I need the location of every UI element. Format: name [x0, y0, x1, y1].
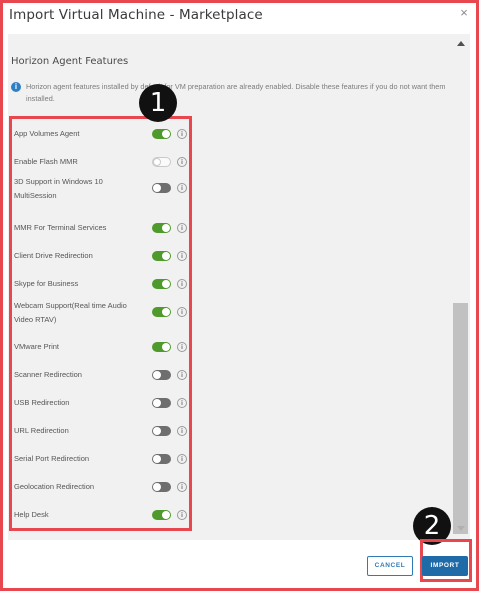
feature-label: MMR For Terminal Services — [14, 223, 107, 232]
toggle-knob — [162, 343, 170, 351]
help-info-icon[interactable]: i — [177, 482, 187, 492]
toggle-knob — [162, 280, 170, 288]
toggle-knob — [153, 427, 161, 435]
feature-label: App Volumes Agent — [14, 129, 80, 138]
feature-toggle[interactable] — [152, 510, 171, 520]
toggle-knob — [162, 224, 170, 232]
scroll-down-arrow-icon[interactable] — [457, 526, 465, 531]
feature-label: 3D Support in Windows 10 MultiSession — [14, 177, 103, 200]
dialog-title: Import Virtual Machine - Marketplace — [9, 7, 263, 23]
help-info-icon[interactable]: i — [177, 157, 187, 167]
help-info-icon[interactable]: i — [177, 398, 187, 408]
toggle-knob — [153, 483, 161, 491]
help-info-icon[interactable]: i — [177, 129, 187, 139]
toggle-knob — [162, 252, 170, 260]
feature-toggle[interactable] — [152, 251, 171, 261]
feature-toggle[interactable] — [152, 279, 171, 289]
feature-label: VMware Print — [14, 342, 60, 351]
feature-label: USB Redirection — [14, 398, 70, 407]
toggle-knob — [162, 308, 170, 316]
help-info-icon[interactable]: i — [177, 454, 187, 464]
section-title: Horizon Agent Features — [11, 56, 129, 67]
feature-label: Scanner Redirection — [14, 370, 82, 379]
scroll-thumb[interactable] — [453, 303, 468, 534]
help-info-icon[interactable]: i — [177, 342, 187, 352]
feature-toggle[interactable] — [152, 183, 171, 193]
feature-toggle[interactable] — [152, 426, 171, 436]
scrollbar[interactable] — [452, 34, 470, 540]
help-info-icon[interactable]: i — [177, 279, 187, 289]
toggle-knob — [162, 130, 170, 138]
feature-toggle[interactable] — [152, 482, 171, 492]
content-pane: Horizon Agent Features i Horizon agent f… — [8, 34, 470, 540]
feature-toggle[interactable] — [152, 223, 171, 233]
toggle-knob — [162, 511, 170, 519]
help-info-icon[interactable]: i — [177, 183, 187, 193]
feature-toggle[interactable] — [152, 342, 171, 352]
feature-toggle[interactable] — [152, 370, 171, 380]
feature-label: Geolocation Redirection — [14, 482, 95, 491]
help-info-icon[interactable]: i — [177, 251, 187, 261]
cancel-button[interactable]: CANCEL — [367, 556, 413, 576]
annotation-badge-1: 1 — [139, 84, 177, 122]
feature-toggle[interactable] — [152, 307, 171, 317]
toggle-knob — [153, 399, 161, 407]
feature-label: Help Desk — [14, 510, 49, 519]
info-text: Horizon agent features installed by defa… — [26, 82, 446, 103]
feature-toggle[interactable] — [152, 454, 171, 464]
info-icon: i — [11, 82, 21, 92]
help-info-icon[interactable]: i — [177, 223, 187, 233]
feature-label: Skype for Business — [14, 279, 79, 288]
feature-label: Serial Port Redirection — [14, 454, 90, 463]
feature-toggle[interactable] — [152, 129, 171, 139]
scroll-up-arrow-icon[interactable] — [457, 41, 465, 46]
close-icon[interactable]: × — [456, 5, 472, 21]
help-info-icon[interactable]: i — [177, 426, 187, 436]
feature-label: URL Redirection — [14, 426, 69, 435]
toggle-knob — [153, 158, 161, 166]
help-info-icon[interactable]: i — [177, 510, 187, 520]
import-button[interactable]: IMPORT — [422, 556, 468, 576]
feature-toggle[interactable] — [152, 157, 171, 167]
feature-label: Client Drive Redirection — [14, 251, 93, 260]
help-info-icon[interactable]: i — [177, 370, 187, 380]
toggle-knob — [153, 455, 161, 463]
toggle-knob — [153, 184, 161, 192]
feature-toggle[interactable] — [152, 398, 171, 408]
toggle-knob — [153, 371, 161, 379]
feature-label: Webcam Support(Real time Audio Video RTA… — [14, 301, 127, 324]
features-highlight-box: App Volumes Agent i Enable Flash MMR i 3D Su… — [9, 116, 192, 531]
feature-label: Enable Flash MMR — [14, 157, 78, 166]
help-info-icon[interactable]: i — [177, 307, 187, 317]
